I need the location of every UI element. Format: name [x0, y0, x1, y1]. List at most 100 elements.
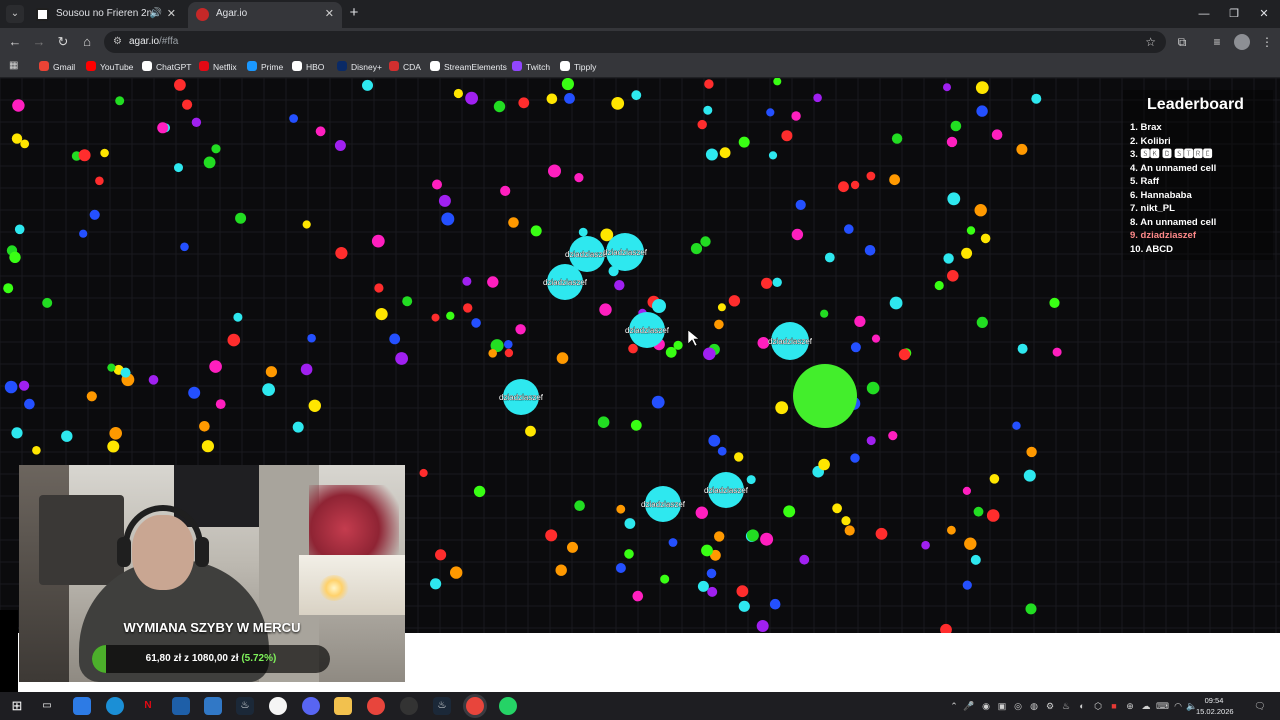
bookmark-streamelements[interactable]: StreamElements — [430, 56, 507, 78]
food-pellet — [473, 485, 486, 498]
chrome-icon[interactable] — [367, 697, 385, 715]
copilot-icon[interactable] — [73, 697, 91, 715]
forward-icon[interactable]: → — [30, 33, 48, 51]
netflix-icon[interactable]: N — [139, 697, 157, 715]
mail-icon[interactable] — [204, 697, 222, 715]
close-tab-icon[interactable]: ✕ — [167, 2, 176, 26]
bookmark-prime[interactable]: Prime — [247, 56, 283, 78]
menu-icon[interactable]: ⋮ — [1258, 33, 1276, 51]
food-pellet — [561, 78, 574, 91]
wifi-icon[interactable]: ◠ — [1172, 699, 1184, 713]
notifications-icon[interactable]: 🗨 — [1252, 699, 1268, 713]
microphone-icon[interactable]: 🎤 — [963, 699, 975, 713]
food-pellet — [191, 117, 202, 127]
food-pellet — [201, 440, 214, 453]
close-window-button[interactable]: ✕ — [1248, 4, 1280, 24]
chrome-active-icon[interactable] — [466, 697, 484, 715]
store-icon[interactable] — [172, 697, 190, 715]
new-tab-button[interactable]: + — [346, 4, 362, 22]
bookmark-gmail[interactable]: Gmail — [39, 56, 75, 78]
leaderboard-entry: 2. Kolibri — [1130, 135, 1171, 147]
clock[interactable]: 09:54 15.02.2026 — [1196, 695, 1234, 717]
food-pellet — [508, 217, 519, 228]
food-pellet — [453, 88, 463, 99]
back-icon[interactable]: ← — [6, 33, 24, 51]
tray-app-icon[interactable]: ◍ — [1028, 699, 1040, 713]
speaker-icon[interactable]: 🔊 — [150, 2, 162, 26]
tab-frieren[interactable]: Sousou no Frieren 2nd Sea 🔊 ✕ — [28, 2, 184, 28]
task-view-icon[interactable]: ▭ — [38, 697, 56, 715]
bookmark-youtube[interactable]: YouTube — [86, 56, 133, 78]
file-explorer-icon[interactable] — [334, 697, 352, 715]
steam-client-icon[interactable]: ♨ — [433, 697, 451, 715]
tray-app-icon[interactable]: ⬡ — [1092, 699, 1104, 713]
apps-icon[interactable]: ▦ — [9, 60, 21, 72]
food-pellet — [20, 139, 30, 149]
minimize-button[interactable]: — — [1188, 4, 1220, 24]
bookmark-disney-[interactable]: Disney+ — [337, 56, 382, 78]
food-pellet — [100, 148, 109, 158]
bookmarks-bar: ▦ Gmail YouTube ChatGPT Netflix Prime HBO Disn… — [0, 56, 1280, 78]
chrome-profile-icon[interactable] — [269, 697, 287, 715]
food-pellet — [714, 319, 724, 330]
food-pellet — [564, 93, 575, 104]
food-pellet — [61, 430, 73, 442]
food-pellet — [976, 316, 988, 328]
tray-app-icon[interactable]: ⚙ — [1044, 699, 1056, 713]
bookmark-cda[interactable]: CDA — [389, 56, 421, 78]
reload-icon[interactable]: ↻ — [54, 33, 72, 51]
maximize-button[interactable]: ❐ — [1218, 4, 1250, 24]
food-pellet — [574, 500, 585, 512]
food-pellet — [947, 192, 961, 206]
food-pellet — [973, 506, 984, 517]
network-icon[interactable]: ⌨ — [1156, 699, 1169, 713]
bookmark-twitch[interactable]: Twitch — [512, 56, 550, 78]
goal-separator: z — [184, 653, 190, 664]
food-pellet — [209, 360, 222, 373]
food-pellet — [690, 243, 703, 255]
food-pellet — [695, 506, 708, 519]
obs-icon[interactable] — [400, 697, 418, 715]
whatsapp-tray-icon[interactable]: ◉ — [980, 699, 992, 713]
food-pellet — [714, 531, 725, 542]
food-pellet — [203, 156, 216, 169]
tray-app-icon[interactable]: ■ — [1108, 699, 1120, 713]
media-icon[interactable]: ≡ — [1208, 33, 1226, 51]
bookmark-star-icon[interactable]: ☆ — [1145, 31, 1156, 53]
extensions-icon[interactable]: ⧉ — [1173, 33, 1191, 51]
food-pellet — [738, 136, 750, 148]
profile-avatar[interactable] — [1234, 34, 1250, 50]
edge-icon[interactable] — [106, 697, 124, 715]
steam-tray-icon[interactable]: ♨ — [1060, 699, 1072, 713]
tab-search-icon[interactable]: ⌄ — [6, 5, 24, 23]
food-pellet — [946, 136, 958, 148]
bookmark-label: Disney+ — [351, 62, 382, 72]
tab-agar[interactable]: Agar.io ✕ — [188, 2, 342, 28]
site-info-icon[interactable]: ⚙ — [113, 35, 126, 48]
bookmark-chatgpt[interactable]: ChatGPT — [142, 56, 191, 78]
food-pellet — [624, 518, 636, 529]
food-pellet — [375, 308, 388, 321]
whatsapp-icon[interactable] — [499, 697, 517, 715]
goal-title: WYMIANA SZYBY W MERCU — [123, 620, 301, 635]
food-pellet — [866, 381, 880, 395]
steam-icon[interactable]: ♨ — [236, 697, 254, 715]
tray-chevron-icon[interactable]: ⌃ — [948, 699, 960, 713]
food-pellet — [703, 105, 713, 115]
address-bar[interactable]: ⚙ agar.io/#ffa ☆ — [104, 31, 1166, 53]
discord-icon[interactable] — [302, 697, 320, 715]
tray-app-icon[interactable]: ◎ — [1012, 699, 1024, 713]
close-tab-icon[interactable]: ✕ — [325, 2, 334, 26]
bookmark-tipply[interactable]: Tipply — [560, 56, 596, 78]
home-icon[interactable]: ⌂ — [78, 33, 96, 51]
tray-app-icon[interactable]: ☁ — [1140, 699, 1152, 713]
tray-app-icon[interactable]: ◐ — [1076, 699, 1088, 713]
food-pellet — [974, 204, 987, 217]
start-icon[interactable]: ⊞ — [8, 697, 26, 715]
food-pellet — [462, 276, 472, 286]
bookmark-netflix[interactable]: Netflix — [199, 56, 237, 78]
tray-app-icon[interactable]: ▣ — [996, 699, 1008, 713]
tray-app-icon[interactable]: ⊕ — [1124, 699, 1136, 713]
bookmark-hbo[interactable]: HBO — [292, 56, 324, 78]
food-pellet — [614, 280, 625, 291]
